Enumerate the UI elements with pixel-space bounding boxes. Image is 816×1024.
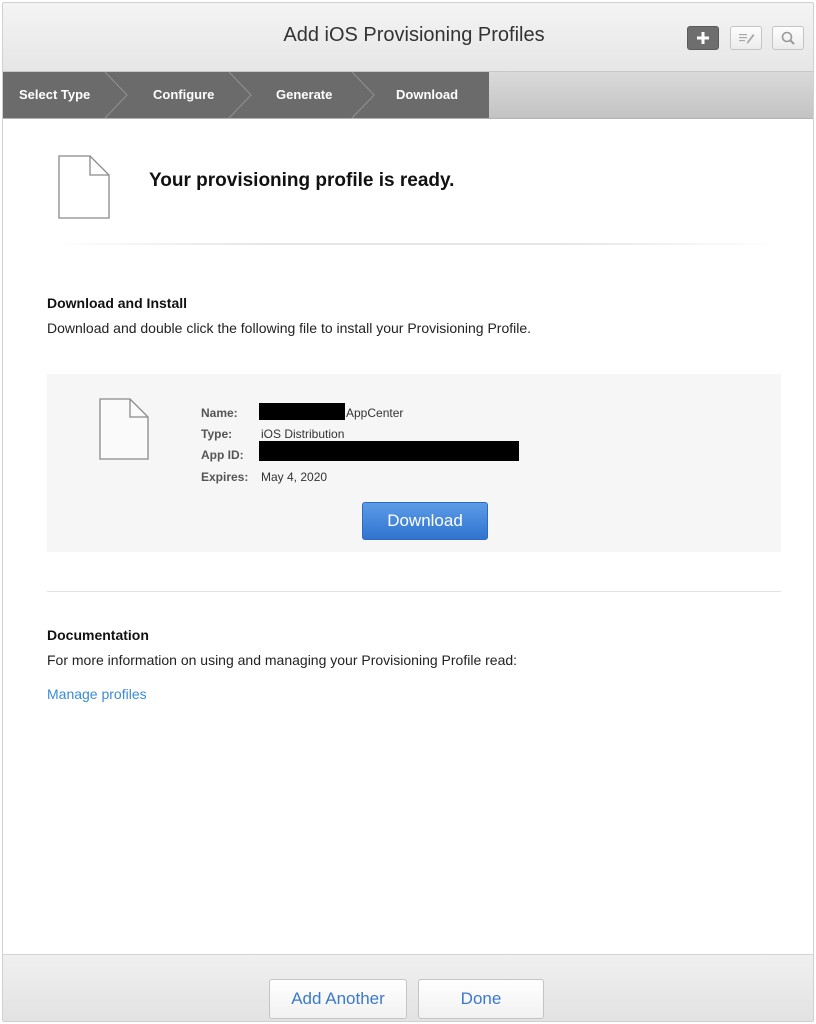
- redacted-block: [259, 403, 345, 420]
- step-select-type: Select Type: [19, 87, 91, 102]
- step-generate: Generate: [276, 87, 333, 102]
- profile-type-value: iOS Distribution: [261, 427, 345, 441]
- app-id-label: App ID:: [201, 448, 244, 462]
- download-install-description: Download and double click the following …: [47, 320, 532, 336]
- document-icon: [58, 155, 110, 219]
- step-progress-bar: Select Type Configure Generate Download: [3, 72, 813, 119]
- header-bar: Add iOS Provisioning Profiles: [3, 3, 813, 72]
- footer-bar: Add Another Done: [3, 954, 813, 1021]
- documentation-heading: Documentation: [47, 627, 149, 643]
- redacted-block: [259, 441, 519, 461]
- chevron-right-icon: [351, 72, 375, 118]
- step-configure: Configure: [153, 87, 215, 102]
- name-label: Name:: [201, 406, 238, 420]
- done-button[interactable]: Done: [418, 979, 544, 1019]
- search-button[interactable]: [772, 26, 804, 50]
- documentation-description: For more information on using and managi…: [47, 652, 518, 668]
- ready-message: Your provisioning profile is ready.: [149, 170, 455, 191]
- profile-card: Name: AppCenter Type: iOS Distribution A…: [47, 374, 781, 552]
- search-icon: [781, 31, 795, 45]
- chevron-right-icon: [104, 72, 128, 118]
- document-icon: [99, 398, 149, 460]
- window: Add iOS Provisioning Profiles Select Typ…: [2, 2, 814, 1022]
- profile-name-value: AppCenter: [346, 406, 404, 420]
- divider: [47, 591, 781, 592]
- step-download: Download: [396, 87, 459, 102]
- download-button[interactable]: Download: [362, 502, 488, 540]
- plus-icon: [697, 32, 709, 44]
- divider: [47, 243, 781, 245]
- add-button[interactable]: [687, 26, 719, 50]
- edit-icon: [739, 34, 755, 44]
- add-another-button[interactable]: Add Another: [269, 979, 407, 1019]
- download-install-heading: Download and Install: [47, 295, 188, 311]
- expires-value: May 4, 2020: [261, 470, 328, 484]
- edit-button[interactable]: [730, 26, 762, 50]
- chevron-right-icon: [228, 72, 252, 118]
- expires-label: Expires:: [201, 470, 249, 484]
- manage-profiles-link[interactable]: Manage profiles: [47, 686, 147, 702]
- type-label: Type:: [201, 427, 233, 441]
